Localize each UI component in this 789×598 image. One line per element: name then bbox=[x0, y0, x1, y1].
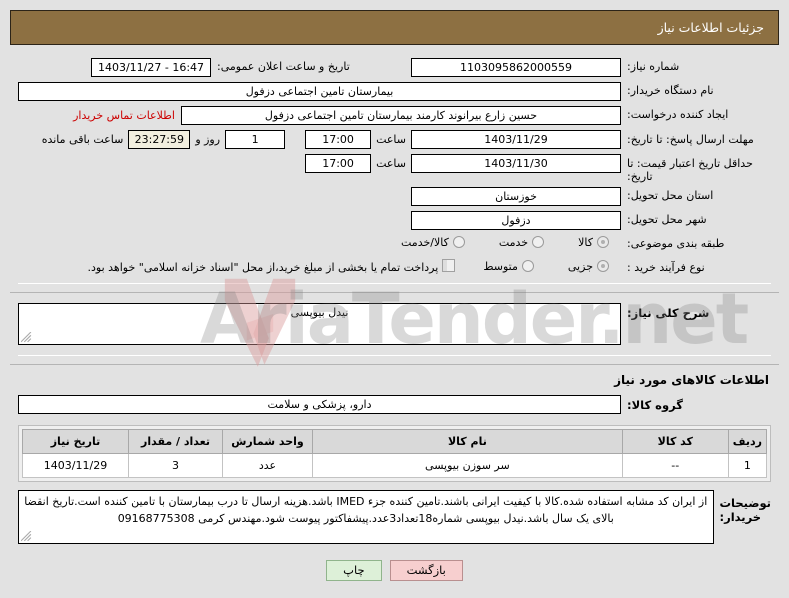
goods-group-field[interactable]: دارو، پزشکی و سلامت bbox=[18, 395, 621, 414]
delivery-province-field[interactable]: خوزستان bbox=[411, 187, 621, 206]
subject-classification-label: طبقه بندی موضوعی: bbox=[627, 237, 725, 250]
cell-unit: عدد bbox=[222, 453, 313, 478]
request-creator-field[interactable]: حسین زارع بیرانوند کارمند بیمارستان تامی… bbox=[181, 106, 621, 125]
price-validity-date-field[interactable]: 1403/11/30 bbox=[411, 154, 621, 173]
need-summary-value: نیدل بیوپسی bbox=[290, 306, 349, 319]
th-code: کد کالا bbox=[621, 429, 729, 454]
goods-table: ردیف کد کالا نام کالا واحد شمارش تعداد /… bbox=[22, 429, 768, 478]
table-row: 1 -- سر سوزن بیوپسی عدد 3 1403/11/29 bbox=[22, 453, 768, 478]
cell-row-no: 1 bbox=[727, 453, 768, 478]
radio-icon-purchase-1[interactable] bbox=[521, 260, 534, 272]
row-delivery-province: استان محل تحویل: خوزستان bbox=[18, 187, 771, 207]
row-goods-group: گروه کالا: دارو، پزشکی و سلامت bbox=[18, 395, 771, 415]
footer-actions: بازگشت چاپ bbox=[0, 560, 789, 581]
back-button[interactable]: بازگشت bbox=[389, 560, 463, 581]
page-title-bar: جزئیات اطلاعات نیاز bbox=[10, 10, 779, 45]
need-number-field[interactable]: 1103095862000559 bbox=[411, 58, 621, 77]
radio-icon-subject-0[interactable] bbox=[597, 236, 609, 248]
row-request-creator: ایجاد کننده درخواست: حسین زارع بیرانوند … bbox=[18, 106, 771, 126]
subject-option-1[interactable]: خدمت bbox=[499, 235, 556, 249]
radio-icon-subject-2[interactable] bbox=[452, 236, 465, 248]
subject-option-label-0: کالا bbox=[578, 236, 593, 249]
need-number-label: شماره نیاز: bbox=[627, 60, 680, 73]
need-summary-section: شرح کلی نیاز: نیدل بیوپسی bbox=[10, 293, 779, 365]
buyer-org-label: نام دستگاه خریدار: bbox=[627, 84, 714, 97]
delivery-province-label: استان محل تحویل: bbox=[627, 189, 714, 202]
need-info-section: شماره نیاز: 1103095862000559 تاریخ و ساع… bbox=[10, 52, 779, 293]
delivery-city-field[interactable]: دزفول bbox=[411, 211, 621, 230]
buyer-notes-label: توضیحات خریدار: bbox=[719, 496, 772, 524]
radio-icon-subject-1[interactable] bbox=[532, 236, 545, 248]
print-button[interactable]: چاپ bbox=[326, 560, 382, 581]
buyer-org-field[interactable]: بیمارستان تامین اجتماعی دزفول bbox=[18, 82, 621, 101]
buyer-notes-textarea[interactable]: از ایران کد مشابه استفاده شده.کالا با کی… bbox=[18, 490, 714, 544]
subject-option-label-1: خدمت bbox=[498, 236, 529, 249]
cell-quantity: 3 bbox=[128, 453, 223, 478]
request-creator-label: ایجاد کننده درخواست: bbox=[627, 108, 729, 121]
goods-info-section: اطلاعات کالاهای مورد نیاز گروه کالا: دار… bbox=[10, 365, 779, 415]
subject-option-2[interactable]: کالا/خدمت bbox=[401, 235, 477, 249]
th-need-date: تاریخ نیاز bbox=[22, 429, 129, 454]
row-response-deadline: مهلت ارسال پاسخ: تا تاریخ: 1403/11/29 سا… bbox=[18, 130, 771, 150]
purchase-process-label: نوع فرآیند خرید : bbox=[627, 261, 705, 274]
treasury-bonds-checkbox[interactable] bbox=[442, 259, 456, 272]
row-subject-classification: طبقه بندی موضوعی: کالا خدمت کالا/خدمت bbox=[18, 235, 771, 255]
purchase-option-label-1: متوسط bbox=[483, 260, 518, 273]
delivery-city-label: شهر محل تحویل: bbox=[627, 213, 707, 226]
cell-code: -- bbox=[621, 453, 729, 478]
row-purchase-process: نوع فرآیند خرید : جزیی متوسط پرداخت تمام… bbox=[18, 259, 771, 279]
response-deadline-label: مهلت ارسال پاسخ: تا تاریخ: bbox=[627, 133, 754, 146]
resize-handle-icon[interactable] bbox=[21, 531, 32, 542]
subject-option-0[interactable]: کالا bbox=[578, 235, 621, 249]
treasury-bonds-label: پرداخت تمام یا بخشی از مبلغ خرید،از محل … bbox=[87, 261, 439, 274]
remaining-time-field: 23:27:59 bbox=[128, 130, 191, 149]
th-name: نام کالا bbox=[312, 429, 623, 454]
purchase-option-1[interactable]: متوسط bbox=[483, 259, 546, 273]
response-deadline-date-field[interactable]: 1403/11/29 bbox=[411, 130, 621, 149]
row-buyer-org: نام دستگاه خریدار: بیمارستان تامین اجتما… bbox=[18, 82, 771, 102]
announce-datetime-label: تاریخ و ساعت اعلان عمومی: bbox=[217, 60, 350, 73]
buyer-contact-link[interactable]: اطلاعات تماس خریدار bbox=[67, 106, 181, 122]
price-validity-label: حداقل تاریخ اعتبار قیمت: تا تاریخ: bbox=[627, 157, 753, 183]
radio-icon-purchase-0[interactable] bbox=[597, 260, 609, 272]
need-summary-textarea[interactable]: نیدل بیوپسی bbox=[18, 303, 621, 345]
need-summary-label: شرح کلی نیاز: bbox=[627, 306, 710, 320]
row-price-validity: حداقل تاریخ اعتبار قیمت: تا تاریخ: 1403/… bbox=[18, 154, 771, 183]
details-panel: شماره نیاز: 1103095862000559 تاریخ و ساع… bbox=[10, 52, 779, 548]
response-deadline-hour-field[interactable]: 17:00 bbox=[305, 130, 372, 149]
table-header-row: ردیف کد کالا نام کالا واحد شمارش تعداد /… bbox=[22, 429, 768, 454]
buyer-notes-section: توضیحات خریدار: از ایران کد مشابه استفاد… bbox=[10, 482, 779, 544]
goods-section-heading: اطلاعات کالاهای مورد نیاز bbox=[614, 373, 769, 387]
remaining-days-field: 1 bbox=[225, 130, 286, 149]
announce-datetime-field[interactable]: 16:47 - 1403/11/27 bbox=[91, 58, 211, 77]
remaining-time-label: ساعت باقی مانده bbox=[41, 133, 124, 146]
buyer-notes-text: از ایران کد مشابه استفاده شده.کالا با کی… bbox=[24, 495, 708, 525]
th-quantity: تعداد / مقدار bbox=[128, 429, 223, 454]
row-delivery-city: شهر محل تحویل: دزفول bbox=[18, 211, 771, 231]
price-validity-hour-field[interactable]: 17:00 bbox=[305, 154, 372, 173]
row-buyer-notes: توضیحات خریدار: از ایران کد مشابه استفاد… bbox=[18, 490, 771, 544]
purchase-option-0[interactable]: جزیی bbox=[568, 259, 621, 273]
price-validity-hour-label: ساعت bbox=[376, 157, 406, 170]
purchase-option-label-0: جزیی bbox=[567, 260, 593, 273]
row-need-summary: شرح کلی نیاز: نیدل بیوپسی bbox=[18, 303, 771, 345]
th-unit: واحد شمارش bbox=[222, 429, 313, 454]
subject-option-label-2: کالا/خدمت bbox=[401, 236, 449, 249]
th-row-no: ردیف bbox=[727, 429, 768, 454]
page-title: جزئیات اطلاعات نیاز bbox=[657, 20, 764, 35]
goods-group-label: گروه کالا: bbox=[627, 398, 683, 412]
row-need-number: شماره نیاز: 1103095862000559 تاریخ و ساع… bbox=[18, 58, 771, 78]
cell-need-date: 1403/11/29 bbox=[22, 453, 129, 478]
cell-name: سر سوزن بیوپسی bbox=[312, 453, 623, 478]
remaining-days-label: روز و bbox=[195, 133, 221, 146]
response-deadline-hour-label: ساعت bbox=[376, 133, 406, 146]
goods-table-wrap: ردیف کد کالا نام کالا واحد شمارش تعداد /… bbox=[10, 419, 779, 482]
resize-handle-icon[interactable] bbox=[21, 332, 32, 343]
